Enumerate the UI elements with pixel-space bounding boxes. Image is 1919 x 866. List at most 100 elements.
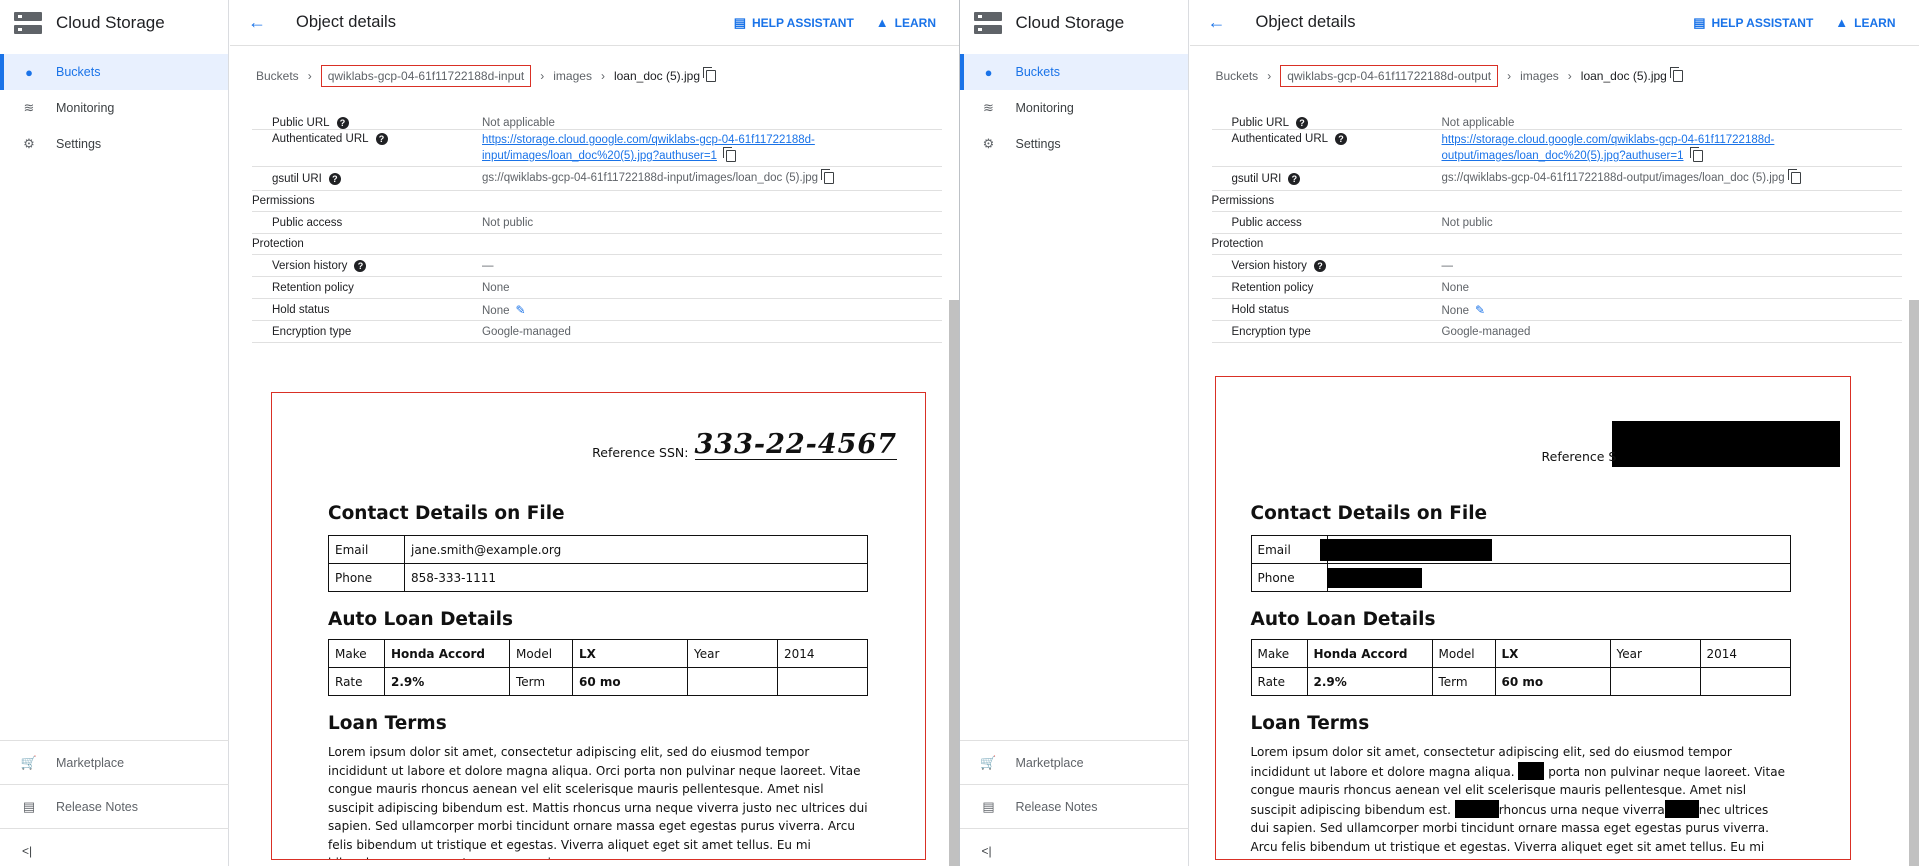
breadcrumb-file: loan_doc (5).jpg xyxy=(1580,69,1667,83)
copy-icon[interactable] xyxy=(821,169,835,185)
year-value: 2014 xyxy=(1699,639,1791,668)
sidebar-item-label: Settings xyxy=(1015,137,1061,151)
detail-row-public-access: Public access Not public xyxy=(1211,212,1902,234)
section-permissions: Permissions xyxy=(252,191,942,212)
document-preview-original: Reference SSN: 333-22-4567 Contact Detai… xyxy=(271,392,926,860)
help-icon[interactable]: ? xyxy=(328,172,341,185)
sidebar-item-marketplace[interactable]: 🛒 Marketplace xyxy=(0,740,229,784)
scrollbar[interactable] xyxy=(948,300,959,866)
app-title: Cloud Storage xyxy=(56,13,165,32)
help-icon[interactable]: ? xyxy=(1288,172,1301,185)
breadcrumb-folder[interactable]: images xyxy=(1520,69,1559,83)
cart-icon: 🛒 xyxy=(980,754,997,770)
ssn-redaction-box xyxy=(1611,421,1840,467)
make-value: Honda Accord xyxy=(384,639,510,668)
email-value: jane.smith@example.org xyxy=(404,535,868,564)
encryption-label: Encryption type xyxy=(1231,325,1311,338)
public-url-value: Not applicable xyxy=(1441,117,1515,129)
right-screen: Cloud Storage ● Buckets ≋ Monitoring ⚙ S… xyxy=(959,0,1919,866)
public-url-value: Not applicable xyxy=(482,117,555,129)
sidebar-item-buckets[interactable]: ● Buckets xyxy=(959,54,1188,90)
empty-cell xyxy=(1609,667,1701,696)
sidebar-item-buckets[interactable]: ● Buckets xyxy=(0,54,228,90)
help-icon[interactable]: ? xyxy=(375,133,388,145)
retention-label: Retention policy xyxy=(1231,281,1314,294)
sidebar-item-marketplace[interactable]: 🛒 Marketplace xyxy=(959,740,1189,784)
sidebar-item-label: Marketplace xyxy=(1015,755,1084,770)
storage-logo-icon xyxy=(973,12,1002,34)
sidebar-header: Cloud Storage xyxy=(0,0,228,46)
edit-pencil-icon[interactable]: ✎ xyxy=(1475,303,1485,317)
help-icon[interactable]: ? xyxy=(354,259,367,272)
sidebar-item-monitoring[interactable]: ≋ Monitoring xyxy=(960,90,1188,126)
sidebar-item-release-notes[interactable]: ▤ Release Notes xyxy=(0,784,229,828)
copy-icon[interactable] xyxy=(703,67,717,82)
copy-icon[interactable] xyxy=(1689,146,1703,162)
term-value: 60 mo xyxy=(572,667,688,696)
top-bar: ← Object details ▤ HELP ASSISTANT ▲ LEARN xyxy=(1189,0,1919,46)
collapse-sidebar-button[interactable]: <| xyxy=(0,828,229,866)
retention-value: None xyxy=(482,281,510,294)
ssn-label: Reference SSN: xyxy=(592,445,689,460)
help-icon[interactable]: ? xyxy=(1313,259,1326,272)
document-preview-redacted: Reference S Contact Details on File Emai… xyxy=(1214,376,1851,860)
app-title: Cloud Storage xyxy=(1015,13,1125,32)
auth-url-link-cont[interactable]: input/images/loan_doc%20(5).jpg?authuser… xyxy=(482,150,717,162)
sidebar-item-release-notes[interactable]: ▤ Release Notes xyxy=(959,784,1189,828)
breadcrumb-bucket[interactable]: qwiklabs-gcp-04-61f11722188d-input xyxy=(320,65,532,87)
breadcrumb-buckets[interactable]: Buckets xyxy=(256,69,299,83)
bucket-icon: ● xyxy=(984,64,993,80)
help-assistant-button[interactable]: ▤ HELP ASSISTANT xyxy=(1693,15,1813,31)
breadcrumb-bucket[interactable]: qwiklabs-gcp-04-61f11722188d-output xyxy=(1280,65,1499,87)
help-icon[interactable]: ? xyxy=(336,117,349,129)
storage-logo-icon xyxy=(14,12,42,34)
copy-icon[interactable] xyxy=(1669,67,1683,82)
detail-row-version-history: Version history? — xyxy=(252,255,942,277)
help-assistant-button[interactable]: ▤ HELP ASSISTANT xyxy=(734,15,854,31)
chevron-right-icon: › xyxy=(600,69,605,83)
empty-cell xyxy=(687,667,778,696)
scrollbar[interactable] xyxy=(1909,300,1919,866)
detail-row-hold-status: Hold status None ✎ xyxy=(1211,299,1902,321)
loan-terms-text: Lorem ipsum dolor sit amet, consectetur … xyxy=(1251,743,1791,859)
auth-url-link[interactable]: https://storage.cloud.google.com/qwiklab… xyxy=(1442,134,1775,146)
edit-pencil-icon[interactable]: ✎ xyxy=(516,303,526,317)
term-label: Term xyxy=(1431,667,1496,696)
chat-icon: ▤ xyxy=(733,14,746,30)
back-arrow-icon[interactable]: ← xyxy=(248,12,266,33)
retention-label: Retention policy xyxy=(272,281,354,294)
term-value: 60 mo xyxy=(1494,667,1611,696)
breadcrumb-folder[interactable]: images xyxy=(553,69,592,83)
version-history-value: — xyxy=(482,259,494,272)
phone-label: Phone xyxy=(328,563,405,592)
collapse-sidebar-button[interactable]: <| xyxy=(959,828,1189,866)
copy-icon[interactable] xyxy=(1787,169,1801,185)
back-arrow-icon[interactable]: ← xyxy=(1208,12,1226,33)
page-title: Object details xyxy=(1255,13,1356,31)
email-redaction xyxy=(1319,538,1492,561)
help-icon[interactable]: ? xyxy=(1335,133,1348,145)
chart-icon: ≋ xyxy=(983,100,994,115)
school-icon: ▲ xyxy=(1835,15,1849,30)
chevron-right-icon: › xyxy=(307,69,312,83)
help-icon[interactable]: ? xyxy=(1296,117,1309,129)
auto-loan-heading: Auto Loan Details xyxy=(328,609,513,630)
auth-url-link-cont[interactable]: output/images/loan_doc%20(5).jpg?authuse… xyxy=(1442,150,1684,162)
copy-icon[interactable] xyxy=(723,146,737,162)
redaction-block xyxy=(1518,761,1545,780)
sidebar-item-label: Release Notes xyxy=(1015,799,1098,814)
learn-button[interactable]: ▲ LEARN xyxy=(1835,15,1895,30)
version-history-label: Version history xyxy=(1231,259,1307,272)
breadcrumb-buckets[interactable]: Buckets xyxy=(1216,69,1259,83)
redaction-block xyxy=(1664,799,1699,818)
hold-status-label: Hold status xyxy=(1231,303,1290,316)
auth-url-link[interactable]: https://storage.cloud.google.com/qwiklab… xyxy=(482,134,815,146)
chart-icon: ≋ xyxy=(23,100,35,115)
sidebar-item-label: Release Notes xyxy=(56,799,138,814)
sidebar-item-monitoring[interactable]: ≋ Monitoring xyxy=(0,90,228,126)
sidebar-item-settings[interactable]: ⚙ Settings xyxy=(0,126,228,162)
chevron-right-icon: › xyxy=(1507,69,1512,83)
sidebar-item-settings[interactable]: ⚙ Settings xyxy=(960,126,1188,162)
gsutil-label: gsutil URI xyxy=(1231,172,1282,185)
learn-button[interactable]: ▲ LEARN xyxy=(876,15,936,30)
